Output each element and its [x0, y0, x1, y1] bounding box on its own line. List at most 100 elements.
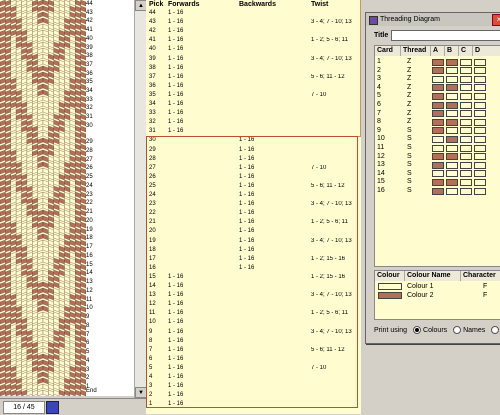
- hole-swatch[interactable]: [474, 118, 486, 126]
- hole-swatch[interactable]: [446, 161, 458, 169]
- characters-radio[interactable]: [491, 326, 500, 335]
- hole-swatch[interactable]: [460, 187, 472, 195]
- colours-radio-label[interactable]: Colours: [423, 327, 447, 334]
- status-icon[interactable]: [46, 401, 59, 414]
- hole-swatch[interactable]: [460, 127, 472, 135]
- hole-swatch[interactable]: [432, 58, 444, 66]
- hole-swatch[interactable]: [460, 135, 472, 143]
- hole-swatch[interactable]: [460, 118, 472, 126]
- hole-swatch[interactable]: [460, 144, 472, 152]
- hole-swatch[interactable]: [432, 178, 444, 186]
- title-input[interactable]: [391, 30, 500, 41]
- hole-swatch[interactable]: [446, 92, 458, 100]
- hole-swatch[interactable]: [432, 135, 444, 143]
- hole-a-header[interactable]: A: [431, 46, 445, 56]
- hole-swatch[interactable]: [474, 67, 486, 75]
- hole-swatch[interactable]: [446, 75, 458, 83]
- hole-swatch[interactable]: [432, 187, 444, 195]
- hole-swatch[interactable]: [474, 153, 486, 161]
- colour-character[interactable]: F: [483, 292, 487, 300]
- hole-swatch[interactable]: [432, 84, 444, 92]
- card-thread[interactable]: S: [407, 161, 412, 169]
- hole-swatch[interactable]: [474, 92, 486, 100]
- hole-swatch[interactable]: [460, 170, 472, 178]
- hole-swatch[interactable]: [474, 178, 486, 186]
- hole-swatch[interactable]: [432, 101, 444, 109]
- card-thread[interactable]: S: [407, 144, 412, 152]
- card-thread[interactable]: S: [407, 135, 412, 143]
- hole-swatch[interactable]: [446, 153, 458, 161]
- hole-swatch[interactable]: [460, 178, 472, 186]
- hole-swatch[interactable]: [432, 161, 444, 169]
- hole-swatch[interactable]: [474, 84, 486, 92]
- hole-swatch[interactable]: [474, 75, 486, 83]
- hole-swatch[interactable]: [446, 67, 458, 75]
- card-thread[interactable]: S: [407, 187, 412, 195]
- hole-b-header[interactable]: B: [445, 46, 459, 56]
- hole-swatch[interactable]: [432, 127, 444, 135]
- card-thread[interactable]: Z: [407, 67, 411, 75]
- names-radio-label[interactable]: Names: [463, 327, 485, 334]
- hole-d-header[interactable]: D: [473, 46, 500, 56]
- card-thread[interactable]: S: [407, 178, 412, 186]
- hole-swatch[interactable]: [432, 153, 444, 161]
- hole-swatch[interactable]: [474, 170, 486, 178]
- hole-swatch[interactable]: [460, 101, 472, 109]
- hole-swatch[interactable]: [474, 110, 486, 118]
- hole-swatch[interactable]: [460, 67, 472, 75]
- card-thread[interactable]: S: [407, 127, 412, 135]
- colour-col-header[interactable]: Colour: [375, 271, 405, 281]
- hole-swatch[interactable]: [432, 118, 444, 126]
- hole-swatch[interactable]: [460, 110, 472, 118]
- card-thread[interactable]: S: [407, 170, 412, 178]
- names-radio[interactable]: [453, 326, 462, 335]
- card-thread[interactable]: Z: [407, 58, 411, 66]
- hole-swatch[interactable]: [474, 161, 486, 169]
- card-thread[interactable]: Z: [407, 84, 411, 92]
- hole-swatch[interactable]: [432, 170, 444, 178]
- hole-swatch[interactable]: [446, 144, 458, 152]
- hole-swatch[interactable]: [446, 84, 458, 92]
- colour-character[interactable]: F: [483, 283, 487, 291]
- hole-swatch[interactable]: [460, 161, 472, 169]
- colour-name[interactable]: Colour 1: [407, 283, 433, 291]
- hole-swatch[interactable]: [474, 101, 486, 109]
- hole-swatch[interactable]: [460, 153, 472, 161]
- hole-swatch[interactable]: [474, 135, 486, 143]
- card-thread[interactable]: Z: [407, 92, 411, 100]
- hole-swatch[interactable]: [432, 67, 444, 75]
- hole-swatch[interactable]: [474, 187, 486, 195]
- card-thread[interactable]: Z: [407, 101, 411, 109]
- hole-swatch[interactable]: [446, 127, 458, 135]
- hole-swatch[interactable]: [432, 92, 444, 100]
- hole-swatch[interactable]: [446, 187, 458, 195]
- card-col-header[interactable]: Card: [375, 46, 401, 56]
- hole-swatch[interactable]: [432, 110, 444, 118]
- hole-swatch[interactable]: [460, 92, 472, 100]
- hole-swatch[interactable]: [446, 178, 458, 186]
- hole-swatch[interactable]: [460, 58, 472, 66]
- colour-swatch[interactable]: [378, 283, 402, 290]
- colour-name[interactable]: Colour 2: [407, 292, 433, 300]
- card-thread[interactable]: Z: [407, 75, 411, 83]
- hole-swatch[interactable]: [432, 75, 444, 83]
- thread-col-header[interactable]: Thread: [401, 46, 431, 56]
- card-thread[interactable]: Z: [407, 118, 411, 126]
- hole-swatch[interactable]: [432, 144, 444, 152]
- colour-swatch[interactable]: [378, 292, 402, 299]
- hole-swatch[interactable]: [474, 58, 486, 66]
- close-icon[interactable]: ×: [492, 14, 500, 26]
- hole-swatch[interactable]: [446, 170, 458, 178]
- colours-radio[interactable]: [413, 326, 422, 335]
- hole-swatch[interactable]: [460, 84, 472, 92]
- hole-swatch[interactable]: [446, 118, 458, 126]
- hole-swatch[interactable]: [446, 101, 458, 109]
- dialog-titlebar[interactable]: Threading Diagram ×: [366, 13, 500, 26]
- hole-swatch[interactable]: [446, 58, 458, 66]
- character-col-header[interactable]: Character: [461, 271, 500, 281]
- card-thread[interactable]: S: [407, 153, 412, 161]
- hole-swatch[interactable]: [460, 75, 472, 83]
- card-table[interactable]: Card Thread A B C D 1 Z 2 Z 3 Z 4 Z 5 Z 6 Z 7 Z 8 Z 9 S 10…: [374, 45, 500, 267]
- card-thread[interactable]: Z: [407, 110, 411, 118]
- hole-swatch[interactable]: [446, 135, 458, 143]
